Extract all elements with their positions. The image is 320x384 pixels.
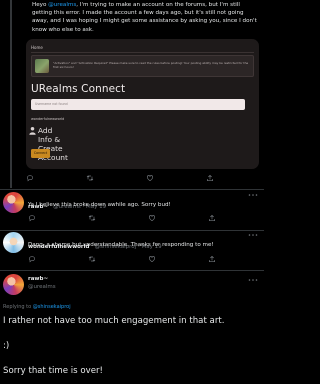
share-icon	[209, 255, 215, 262]
reply-icon	[27, 175, 33, 182]
main-tweet-line1: I rather not have too much engagement in…	[3, 316, 225, 326]
reply1-text: Ya I believe this broke down awhile ago.…	[28, 202, 171, 208]
retweet-icon	[88, 256, 96, 262]
screenshot-notice-box: "Activation" and "Activation Required" P…	[31, 55, 254, 77]
retweet-button[interactable]	[88, 255, 96, 263]
reply2-actions	[28, 255, 258, 265]
person-icon	[29, 127, 36, 135]
notice-image	[35, 59, 49, 73]
screenshot-home-link: Home	[31, 45, 43, 50]
main-tweet-line2: :)	[3, 341, 10, 351]
avatar[interactable]	[3, 232, 24, 253]
top-tweet-prefix: Heyo	[32, 2, 49, 8]
top-tweet-text: Heyo @urealms, I'm trying to make an acc…	[32, 1, 260, 34]
screenshot-divider	[31, 52, 254, 53]
retweet-icon	[86, 175, 94, 181]
like-icon	[149, 215, 155, 222]
screenshot-username-label: wonderfulnewworld	[31, 117, 65, 121]
share-button[interactable]	[208, 214, 216, 222]
reply-icon	[29, 215, 35, 222]
more-icon[interactable]	[248, 192, 258, 198]
reply-button[interactable]	[26, 174, 34, 182]
divider	[0, 270, 264, 271]
reply-button[interactable]	[28, 214, 36, 222]
share-icon	[207, 174, 213, 181]
like-icon	[149, 256, 155, 263]
notice-text: "Activation" and "Activation Required" P…	[53, 61, 249, 70]
attached-screenshot[interactable]: Home "Activation" and "Activation Requir…	[26, 39, 259, 169]
avatar[interactable]	[3, 192, 24, 213]
top-tweet-mention[interactable]: @urealms	[48, 2, 76, 8]
thread-connector	[10, 0, 12, 188]
replying-to-label: Replying to	[3, 304, 33, 310]
main-author-handle[interactable]: @urealms	[28, 284, 56, 290]
screenshot-input-field: Username not found	[31, 99, 245, 110]
retweet-button[interactable]	[86, 174, 94, 182]
more-icon[interactable]	[248, 277, 258, 283]
replying-to: Replying to @shinsekaiproj	[3, 304, 71, 310]
divider	[0, 189, 264, 190]
divider	[0, 230, 264, 231]
main-author-name[interactable]: rawb~	[28, 276, 48, 282]
screenshot-brand-title: URealms Connect	[31, 83, 126, 95]
more-icon[interactable]	[248, 232, 258, 238]
main-tweet-line3: Sorry that time is over!	[3, 366, 103, 376]
share-button[interactable]	[206, 174, 214, 182]
replying-to-handle[interactable]: @shinsekaiproj	[33, 304, 71, 310]
like-button[interactable]	[148, 214, 156, 222]
screenshot-connect-button: Connect	[31, 149, 50, 158]
top-tweet-actions	[26, 174, 256, 184]
reply2-text: Dang, a shame but understandable. Thanks…	[28, 242, 214, 248]
share-icon	[209, 214, 215, 221]
retweet-button[interactable]	[88, 214, 96, 222]
reply1-actions	[28, 214, 258, 224]
screenshot-input-value: Username not found	[35, 102, 68, 106]
like-button[interactable]	[146, 174, 154, 182]
avatar[interactable]	[3, 274, 24, 295]
like-button[interactable]	[148, 255, 156, 263]
reply-icon	[29, 256, 35, 263]
share-button[interactable]	[208, 255, 216, 263]
retweet-icon	[88, 215, 96, 221]
like-icon	[147, 175, 153, 182]
reply-button[interactable]	[28, 255, 36, 263]
